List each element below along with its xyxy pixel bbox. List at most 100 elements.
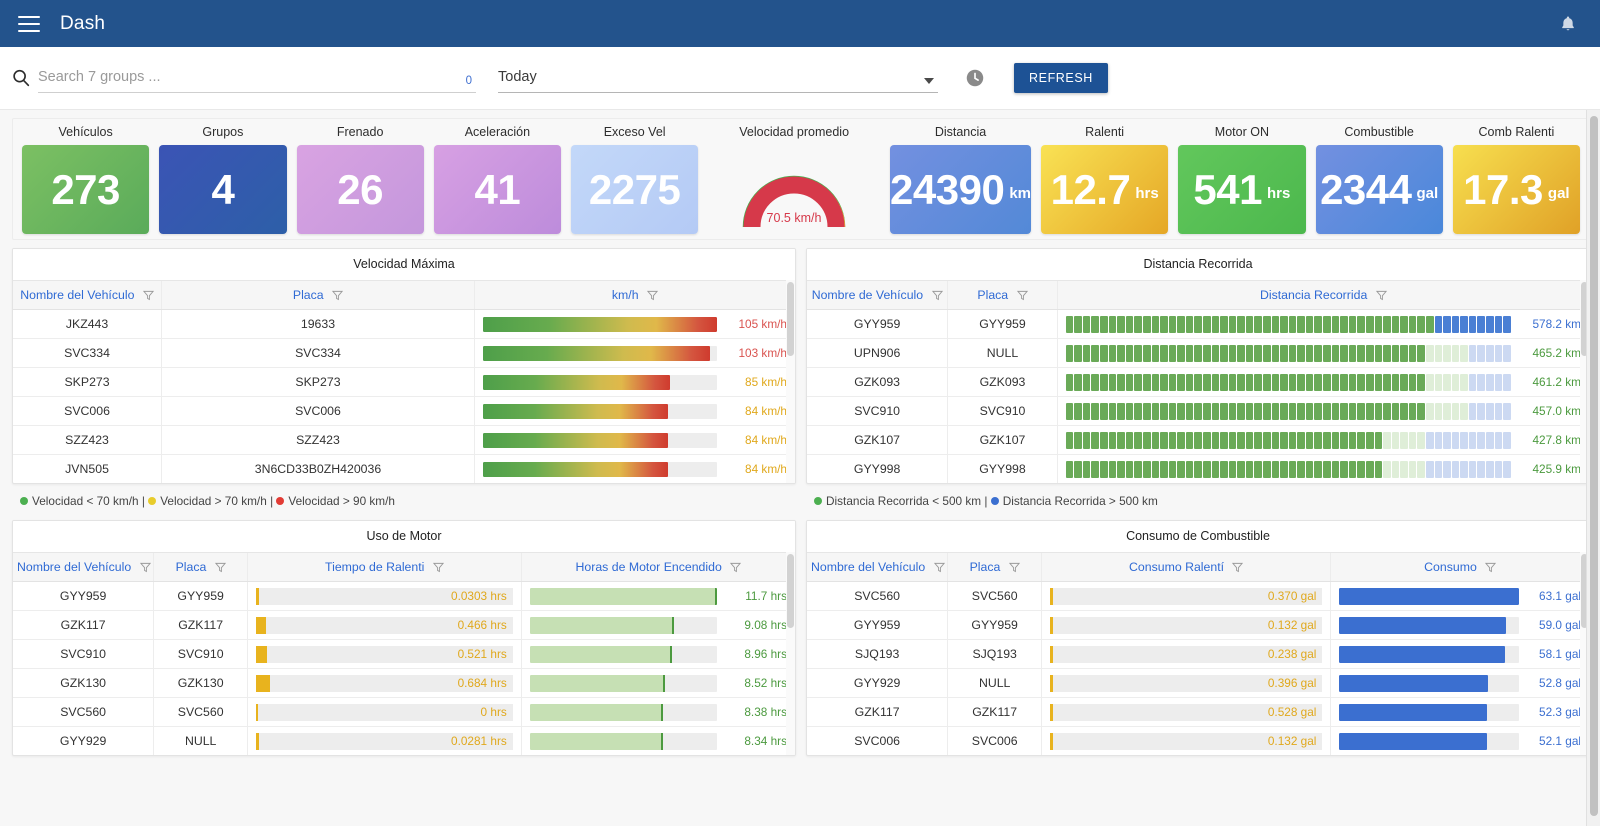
table-row[interactable]: SJQ193SJQ1930.238 gal58.1 gal [807, 640, 1589, 669]
table-scroll-area[interactable]: Nombre del Vehículo Placa km/h [13, 280, 795, 483]
col-header-nombre[interactable]: Nombre del Vehículo [13, 553, 154, 582]
col-header-nombre[interactable]: Nombre del Vehículo [13, 281, 162, 310]
kpi-tile[interactable]: 41 [434, 145, 561, 234]
cell-consumo-ralenti-bar: 0.238 gal [1042, 640, 1331, 669]
filter-icon[interactable] [730, 562, 741, 573]
table-scroll-area[interactable]: Nombre del Vehículo Placa Consumo Ralent… [807, 552, 1589, 755]
filter-icon[interactable] [1009, 562, 1020, 573]
filter-icon[interactable] [215, 562, 226, 573]
kpi-tile[interactable]: 541 hrs [1178, 145, 1305, 234]
bar-track: 0.370 gal [1050, 588, 1322, 605]
kpi-tile[interactable]: 2344 gal [1316, 145, 1443, 234]
kpi-motor-on[interactable]: Motor ON 541 hrs [1173, 125, 1310, 234]
table-row[interactable]: GYY959GYY9590.0303 hrs11.7 hrs [13, 582, 795, 611]
table-row[interactable]: GYY929NULL0.396 gal52.8 gal [807, 669, 1589, 698]
filter-icon[interactable] [1017, 290, 1028, 301]
filter-icon[interactable] [932, 290, 943, 301]
bar-track [1066, 461, 1511, 478]
kpi-grupos[interactable]: Grupos 4 [154, 125, 291, 234]
notification-bell-icon[interactable] [1558, 14, 1578, 34]
col-header-kmh[interactable]: km/h [474, 281, 795, 310]
table-row[interactable]: GZK117GZK1170.528 gal52.3 gal [807, 698, 1589, 727]
page-scrollbar[interactable] [1586, 110, 1600, 826]
table-row[interactable]: GZK107GZK107427.8 km [807, 426, 1589, 455]
col-header-distancia[interactable]: Distancia Recorrida [1057, 281, 1589, 310]
col-header-nombre[interactable]: Nombre de Vehículo [807, 281, 948, 310]
table-row[interactable]: SVC006SVC0060.132 gal52.1 gal [807, 727, 1589, 756]
kpi-tile[interactable]: 24390 km [890, 145, 1031, 234]
table-row[interactable]: SKP273SKP27385 km/h [13, 368, 795, 397]
kpi-frenado[interactable]: Frenado 26 [292, 125, 429, 234]
table-row[interactable]: GZK130GZK1300.684 hrs8.52 hrs [13, 669, 795, 698]
bar-value: 84 km/h [725, 433, 787, 447]
filter-icon[interactable] [934, 562, 945, 573]
kpi-combustible[interactable]: Combustible 2344 gal [1311, 125, 1448, 234]
table-row[interactable]: JVN5053N6CD33B0ZH42003684 km/h [13, 455, 795, 484]
table-row[interactable]: SVC910SVC910457.0 km [807, 397, 1589, 426]
kpi-tile[interactable]: 26 [297, 145, 424, 234]
col-header-nombre[interactable]: Nombre del Vehículo [807, 553, 948, 582]
table-row[interactable]: SZZ423SZZ42384 km/h [13, 426, 795, 455]
filter-icon[interactable] [1485, 562, 1496, 573]
col-header-placa[interactable]: Placa [948, 553, 1042, 582]
table-row[interactable]: GZK093GZK093461.2 km [807, 368, 1589, 397]
col-header-consumo[interactable]: Consumo [1331, 553, 1589, 582]
col-header-tiempo-ralenti[interactable]: Tiempo de Ralenti [248, 553, 522, 582]
kpi-ralenti[interactable]: Ralenti 12.7 hrs [1036, 125, 1173, 234]
col-header-horas-motor[interactable]: Horas de Motor Encendido [521, 553, 795, 582]
filter-icon[interactable] [647, 290, 658, 301]
col-header-placa[interactable]: Placa [154, 553, 248, 582]
table-row[interactable]: SVC006SVC00684 km/h [13, 397, 795, 426]
kpi-tile[interactable]: 273 [22, 145, 149, 234]
search-input[interactable] [38, 69, 476, 85]
table-row[interactable]: UPN906NULL465.2 km [807, 339, 1589, 368]
filter-icon[interactable] [332, 290, 343, 301]
date-range-value[interactable]: Today [498, 63, 938, 93]
filter-icon[interactable] [433, 562, 444, 573]
table-row[interactable]: JKZ44319633105 km/h [13, 310, 795, 339]
cell-consumo-bar: 58.1 gal [1331, 640, 1589, 669]
refresh-button[interactable]: REFRESH [1014, 63, 1108, 93]
kpi-label: Vehículos [59, 125, 113, 139]
kpi-tile[interactable]: 4 [159, 145, 286, 234]
table-row[interactable]: GZK117GZK1170.466 hrs9.08 hrs [13, 611, 795, 640]
table-row[interactable]: SVC334SVC334103 km/h [13, 339, 795, 368]
bar-track [483, 375, 717, 390]
cell-horas-motor-bar: 8.96 hrs [521, 640, 795, 669]
col-header-consumo-ralenti[interactable]: Consumo Ralentí [1042, 553, 1331, 582]
hamburger-menu-icon[interactable] [18, 16, 40, 32]
col-header-placa[interactable]: Placa [948, 281, 1057, 310]
kpi-value: 4 [211, 169, 234, 211]
clock-icon[interactable] [964, 67, 986, 89]
kpi-label: Combustible [1344, 125, 1413, 139]
kpi-distancia[interactable]: Distancia 24390 km [885, 125, 1036, 234]
kpi-vehiculos[interactable]: Vehículos 273 [17, 125, 154, 234]
table-row[interactable]: SVC560SVC5600 hrs8.38 hrs [13, 698, 795, 727]
kpi-tile[interactable]: 2275 [571, 145, 698, 234]
chevron-down-icon[interactable] [924, 78, 934, 84]
table-row[interactable]: SVC560SVC5600.370 gal63.1 gal [807, 582, 1589, 611]
col-header-placa[interactable]: Placa [162, 281, 475, 310]
kpi-exceso-vel[interactable]: Exceso Vel 2275 [566, 125, 703, 234]
panel-title: Distancia Recorrida [807, 249, 1589, 280]
table-scrollbar[interactable] [786, 280, 795, 483]
kpi-comb-ralenti[interactable]: Comb Ralenti 17.3 gal [1448, 125, 1585, 234]
bar-value: 8.52 hrs [725, 676, 787, 690]
table-row[interactable]: GYY959GYY9590.132 gal59.0 gal [807, 611, 1589, 640]
table-row[interactable]: GYY998GYY998425.9 km [807, 455, 1589, 484]
kpi-tile[interactable]: 17.3 gal [1453, 145, 1580, 234]
table-scroll-area[interactable]: Nombre del Vehículo Placa Tiempo de Rale… [13, 552, 795, 755]
kpi-tile[interactable]: 12.7 hrs [1041, 145, 1168, 234]
filter-icon[interactable] [1232, 562, 1243, 573]
filter-icon[interactable] [140, 562, 151, 573]
table-row[interactable]: SVC910SVC9100.521 hrs8.96 hrs [13, 640, 795, 669]
date-range-select[interactable]: Today [498, 63, 938, 93]
table-scrollbar[interactable] [786, 552, 795, 755]
search-field[interactable]: 0 [38, 63, 476, 93]
filter-icon[interactable] [1376, 290, 1387, 301]
filter-icon[interactable] [143, 290, 154, 301]
table-scroll-area[interactable]: Nombre de Vehículo Placa Distancia Recor… [807, 280, 1589, 483]
table-row[interactable]: GYY929NULL0.0281 hrs8.34 hrs [13, 727, 795, 756]
kpi-aceleracion[interactable]: Aceleración 41 [429, 125, 566, 234]
table-row[interactable]: GYY959GYY959578.2 km [807, 310, 1589, 339]
